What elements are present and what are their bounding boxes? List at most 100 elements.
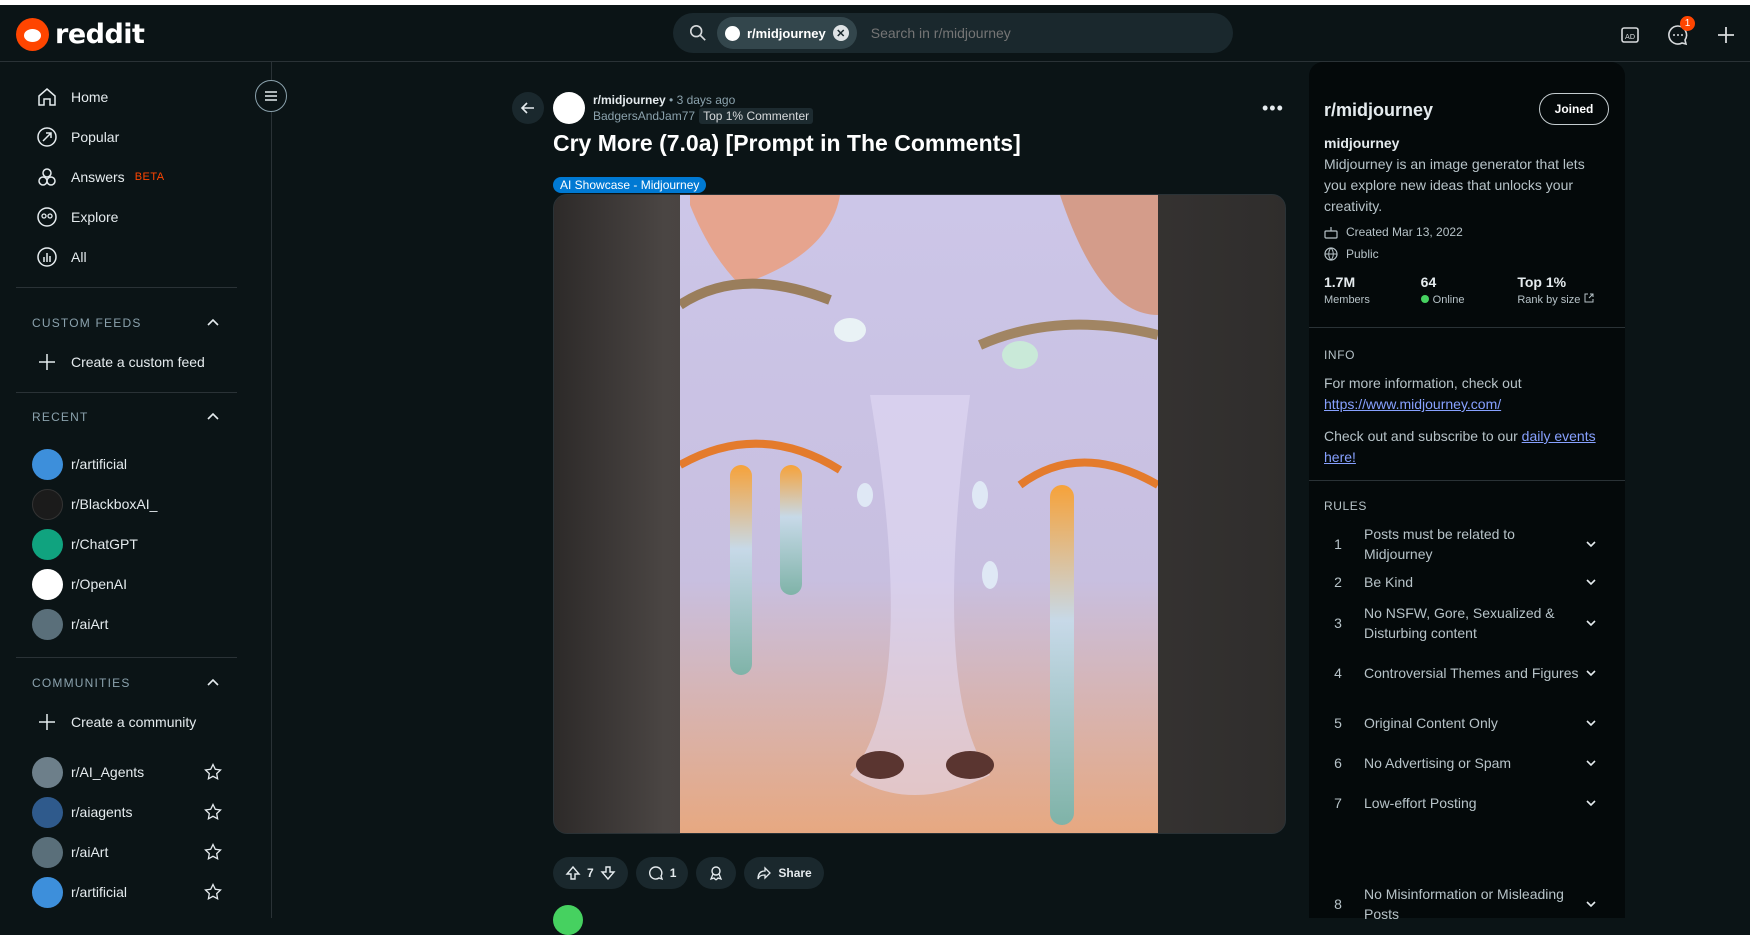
reddit-logo[interactable]: reddit [16, 18, 145, 51]
downvote-icon[interactable] [600, 865, 616, 881]
sidebar-divider [16, 287, 237, 288]
advertise-button[interactable]: AD [1606, 21, 1654, 49]
create-custom-feed[interactable]: Create a custom feed [16, 342, 236, 382]
chevron-down-icon [1586, 620, 1596, 627]
rules-heading: RULES [1324, 499, 1368, 513]
rule-item[interactable]: 2 Be Kind [1324, 572, 1609, 592]
community-avatar [32, 836, 63, 868]
post-actions: 7 1 Share [553, 857, 824, 889]
share-button[interactable]: Share [744, 857, 824, 889]
nav-all[interactable]: All [16, 237, 236, 277]
beta-badge: BETA [134, 171, 165, 183]
info-text: Check out and subscribe to our [1324, 428, 1518, 444]
info-text: For more information, check out [1324, 375, 1522, 391]
rule-item[interactable]: 6 No Advertising or Spam [1324, 753, 1609, 773]
stat-members: 1.7M Members [1324, 274, 1421, 306]
community-item[interactable]: r/artificial [32, 875, 222, 909]
star-icon[interactable] [204, 763, 222, 781]
menu-icon [265, 91, 277, 101]
community-label: r/aiArt [71, 844, 109, 860]
rule-item[interactable]: 3 No NSFW, Gore, Sexualized & Disturbing … [1324, 603, 1609, 643]
recent-item[interactable]: r/ChatGPT [32, 527, 222, 561]
sidebar-toggle-button[interactable] [255, 80, 287, 112]
info-block-2: Check out and subscribe to our daily eve… [1324, 426, 1609, 468]
community-item[interactable]: r/AI_Agents [32, 755, 222, 789]
star-icon[interactable] [204, 803, 222, 821]
rule-text: No Advertising or Spam [1364, 755, 1512, 771]
nav-answers-label: Answers [71, 169, 125, 185]
stat-value: 1.7M [1324, 274, 1356, 290]
recent-header[interactable]: RECENT [32, 410, 220, 424]
search-scope-chip[interactable]: r/midjourney ✕ [717, 17, 857, 49]
post-author[interactable]: BadgersAndJam77 [593, 109, 695, 123]
create-community-label: Create a community [71, 714, 197, 730]
search-bar[interactable]: r/midjourney ✕ [673, 13, 1233, 53]
midjourney-link[interactable]: https://www.midjourney.com/ [1324, 396, 1501, 412]
communities-title: COMMUNITIES [32, 676, 131, 690]
chat-button[interactable]: 1 [1654, 16, 1702, 49]
post-flair[interactable]: AI Showcase - Midjourney [553, 177, 707, 193]
rule-item[interactable]: 1 Posts must be related to Midjourney [1324, 524, 1609, 564]
recent-item[interactable]: r/aiArt [32, 607, 222, 641]
clear-scope-icon[interactable]: ✕ [832, 25, 849, 41]
nav-popular[interactable]: Popular [16, 117, 236, 157]
nav-answers[interactable]: Answers BETA [16, 157, 236, 197]
community-stats: 1.7M Members 64 Online Top 1% Rank by size [1324, 274, 1614, 306]
rule-text: Controversial Themes and Figures [1364, 665, 1579, 681]
post-subreddit-link[interactable]: r/midjourney [593, 93, 666, 107]
explore-icon [37, 207, 57, 227]
rule-text: Low-effort Posting [1364, 795, 1477, 811]
ad-icon: AD [1621, 27, 1639, 43]
subreddit-avatar[interactable] [553, 92, 585, 124]
award-button[interactable] [696, 857, 737, 889]
created-text: Created Mar 13, 2022 [1346, 225, 1463, 239]
back-button[interactable] [512, 92, 544, 124]
chat-badge: 1 [1680, 16, 1695, 31]
plus-icon [39, 354, 55, 370]
community-title[interactable]: r/midjourney [1324, 100, 1433, 121]
daily-events-link-here[interactable]: here! [1324, 449, 1356, 465]
comments-button[interactable]: 1 [635, 857, 689, 889]
home-icon [38, 88, 56, 106]
post-image[interactable] [553, 194, 1286, 834]
recent-item[interactable]: r/BlackboxAI_ [32, 487, 222, 521]
create-community[interactable]: Create a community [16, 702, 236, 742]
community-avatar [32, 876, 63, 908]
chevron-down-icon [1586, 670, 1596, 677]
community-item[interactable]: r/aiagents [32, 795, 222, 829]
stat-value: Top 1% [1517, 274, 1567, 290]
communities-header[interactable]: COMMUNITIES [32, 676, 220, 690]
rule-text: Original Content Only [1364, 715, 1498, 731]
custom-feeds-header[interactable]: CUSTOM FEEDS [32, 316, 220, 330]
upvote-icon[interactable] [565, 865, 581, 881]
logo-text: reddit [55, 19, 145, 50]
nav-home-label: Home [71, 89, 109, 105]
rule-item[interactable]: 7 Low-effort Posting [1324, 793, 1609, 813]
community-item[interactable]: r/aiArt [32, 835, 222, 869]
rule-text: No Misinformation or Misleading Posts [1364, 886, 1564, 922]
daily-events-link[interactable]: daily events [1522, 428, 1596, 444]
comment-avatar[interactable] [553, 905, 583, 935]
recent-item[interactable]: r/artificial [32, 447, 222, 481]
subreddit-avatar-icon [725, 25, 740, 41]
header-actions: AD 1 [1606, 16, 1750, 49]
nav-home[interactable]: Home [16, 77, 236, 117]
more-options-icon[interactable]: ••• [1262, 98, 1284, 119]
arrow-left-icon [520, 102, 534, 114]
globe-icon [1324, 247, 1338, 261]
recent-item[interactable]: r/OpenAI [32, 567, 222, 601]
rule-item[interactable]: 5 Original Content Only [1324, 713, 1609, 733]
nav-explore[interactable]: Explore [16, 197, 236, 237]
rule-item[interactable]: 8 No Misinformation or Misleading Posts [1324, 884, 1609, 924]
star-icon[interactable] [204, 843, 222, 861]
rule-item[interactable]: 4 Controversial Themes and Figures [1324, 663, 1609, 683]
joined-button[interactable]: Joined [1539, 93, 1609, 125]
share-label: Share [778, 866, 812, 880]
create-button[interactable] [1702, 21, 1750, 49]
community-label: r/artificial [71, 456, 128, 472]
plus-icon [39, 714, 55, 730]
stat-rank[interactable]: Top 1% Rank by size [1517, 274, 1614, 306]
community-avatar [32, 756, 63, 788]
search-input[interactable] [856, 25, 1233, 41]
star-icon[interactable] [204, 883, 222, 901]
